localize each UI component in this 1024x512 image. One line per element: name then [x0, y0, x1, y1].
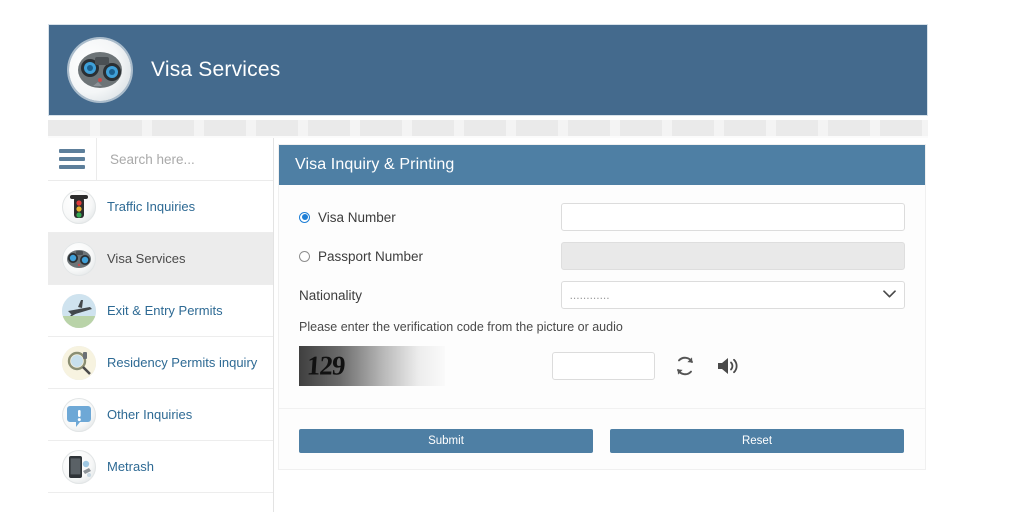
airplane-glyph: [62, 293, 96, 328]
panel-title: Visa Inquiry & Printing: [295, 156, 455, 173]
sidebar-item-traffic-inquiries[interactable]: Traffic Inquiries: [48, 181, 273, 233]
captcha-row: 129: [299, 346, 905, 386]
nationality-label: Nationality: [299, 287, 363, 303]
speaker-glyph: [718, 358, 738, 374]
page-root: Visa Services Search here... Traffic Inq…: [0, 0, 1024, 512]
globe-camera-logo-icon: [69, 39, 131, 101]
sidebar-item-exit-entry-permits[interactable]: Exit & Entry Permits: [48, 285, 273, 337]
nationality-select-wrap[interactable]: ............: [560, 281, 905, 309]
sidebar-item-residency-permits-inquiry[interactable]: Residency Permits inquiry: [48, 337, 273, 389]
sidebar-item-label: Exit & Entry Permits: [107, 303, 223, 318]
globe-camera-glyph: [67, 249, 91, 268]
visa-number-label: Visa Number: [318, 209, 396, 225]
sidebar-item-label: Traffic Inquiries: [107, 199, 196, 214]
magnifying-glass-glyph: [62, 345, 96, 380]
sidebar-search-row: [48, 138, 273, 181]
button-row: Submit Reset: [299, 409, 905, 469]
sidebar-item-other-inquiries[interactable]: Other Inquiries: [48, 389, 273, 441]
visa-number-input[interactable]: [560, 203, 905, 231]
mobile-device-icon: [62, 449, 96, 484]
search-box[interactable]: [96, 138, 273, 180]
speaker-icon[interactable]: [715, 354, 741, 378]
header-divider-strip: [48, 120, 928, 136]
globe-camera-icon: [62, 241, 96, 276]
exclamation-bubble-icon: [62, 397, 96, 432]
panel-header: Visa Inquiry & Printing: [279, 145, 925, 185]
traffic-light-icon: [62, 189, 96, 224]
nationality-label-wrap: Nationality: [299, 288, 561, 303]
exclamation-bubble-glyph: [67, 405, 91, 427]
app-title: Visa Services: [151, 58, 281, 81]
nationality-select[interactable]: ............: [560, 281, 905, 309]
captcha-input[interactable]: [552, 352, 655, 380]
magnifying-glass-icon: [62, 345, 96, 380]
visa-inquiry-panel: Visa Inquiry & Printing Visa Number Pass…: [278, 144, 926, 470]
sidebar-item-visa-services[interactable]: Visa Services: [48, 233, 273, 285]
visa-number-row: Visa Number: [299, 203, 905, 231]
visa-number-radio[interactable]: [299, 211, 310, 223]
captcha-code-text: 129: [305, 350, 346, 381]
visa-number-option[interactable]: Visa Number: [299, 210, 561, 225]
hamburger-menu-icon[interactable]: [48, 138, 96, 180]
nationality-row: Nationality ............: [299, 281, 905, 309]
panel-body: Visa Number Passport Number Nationality …: [279, 185, 925, 469]
sidebar-item-label: Other Inquiries: [107, 407, 193, 422]
submit-button[interactable]: Submit: [299, 429, 593, 453]
passport-number-row: Passport Number: [299, 242, 905, 270]
passport-number-label: Passport Number: [318, 248, 424, 264]
search-input[interactable]: [108, 150, 273, 168]
sidebar-item-label: Visa Services: [107, 251, 186, 266]
sidebar-item-metrash[interactable]: Metrash: [48, 441, 273, 493]
logo-glyph-svg: [78, 52, 122, 88]
airplane-icon: [62, 293, 96, 328]
app-header: Visa Services: [48, 24, 928, 116]
traffic-light-glyph: [70, 194, 88, 218]
content-area: Traffic Inquiries Visa Services: [48, 138, 928, 512]
main-area: Visa Inquiry & Printing Visa Number Pass…: [275, 138, 928, 512]
sidebar: Traffic Inquiries Visa Services: [48, 138, 274, 512]
passport-number-radio[interactable]: [299, 250, 310, 262]
passport-number-option[interactable]: Passport Number: [299, 249, 561, 264]
refresh-icon[interactable]: [673, 354, 697, 378]
captcha-image: 129: [299, 346, 445, 386]
sidebar-item-label: Metrash: [107, 459, 154, 474]
passport-number-input[interactable]: [560, 242, 905, 270]
mobile-device-glyph: [69, 455, 91, 478]
sidebar-item-label: Residency Permits inquiry: [107, 355, 258, 370]
reset-button[interactable]: Reset: [610, 429, 904, 453]
refresh-glyph: [677, 356, 693, 376]
verification-instruction: Please enter the verification code from …: [299, 320, 623, 334]
